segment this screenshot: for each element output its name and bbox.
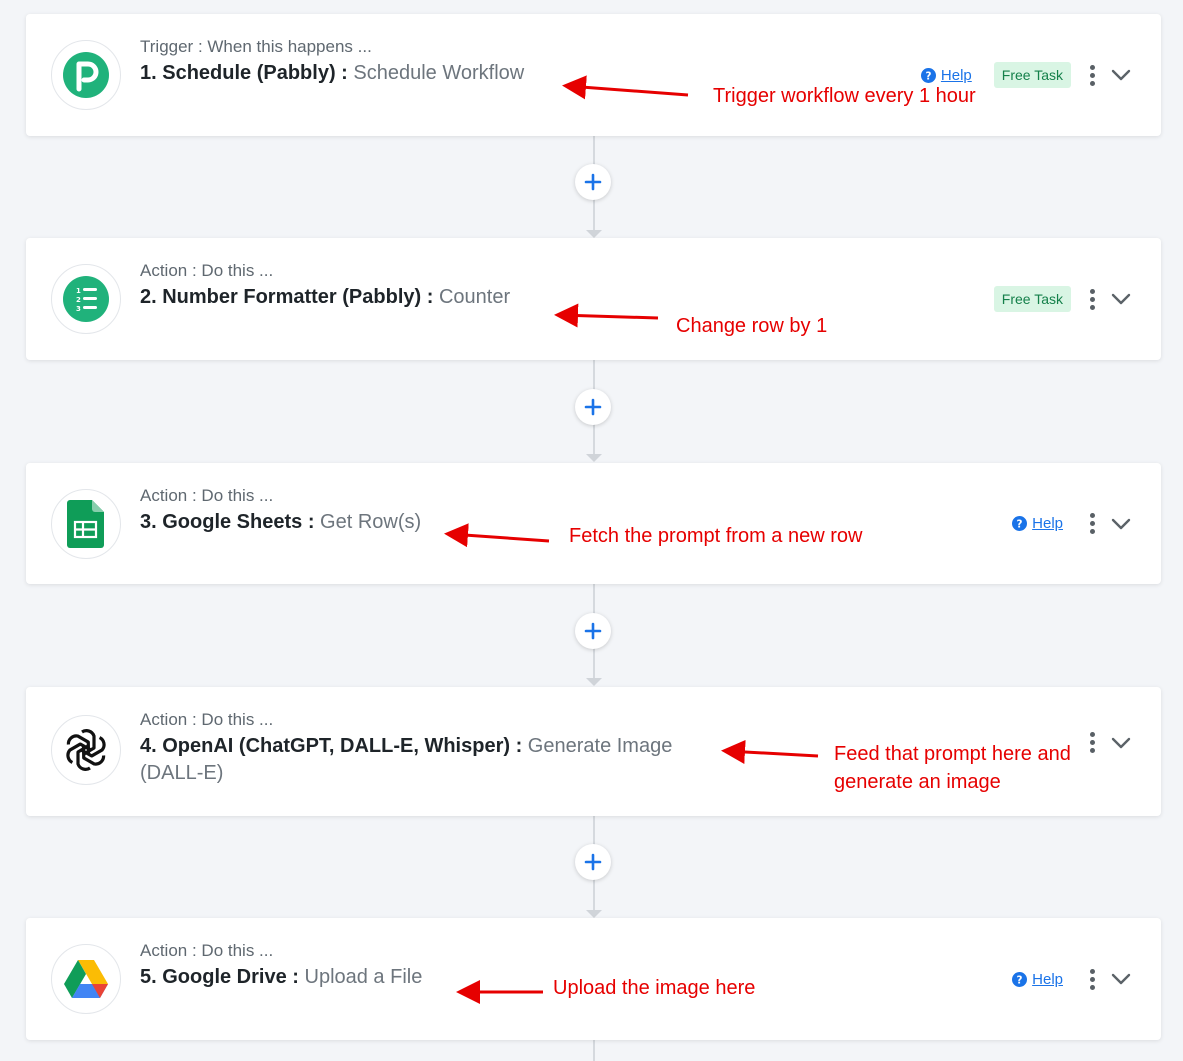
free-task-badge: Free Task (993, 286, 1071, 312)
more-options-icon[interactable] (1085, 512, 1099, 536)
step-type-label: Action : Do this ... (140, 261, 274, 280)
number-formatter-icon: 1 2 3 (63, 276, 109, 322)
more-options-icon[interactable] (1085, 731, 1099, 755)
plus-icon (584, 853, 602, 871)
chevron-down-icon[interactable] (1111, 69, 1131, 81)
plus-icon (584, 173, 602, 191)
add-step-button[interactable] (575, 389, 611, 425)
chevron-down-icon[interactable] (1111, 973, 1131, 985)
step-type-label: Action : Do this ... (140, 710, 274, 729)
step-app-title: 2. Number Formatter (Pabbly) : (140, 286, 434, 308)
step-logo (51, 944, 121, 1014)
more-options-icon[interactable] (1085, 287, 1099, 311)
svg-text:1: 1 (76, 287, 81, 295)
step-app-title: 4. OpenAI (ChatGPT, DALL-E, Whisper) : (140, 735, 523, 757)
step-title-line: 4. OpenAI (ChatGPT, DALL-E, Whisper) : G… (140, 733, 721, 787)
chevron-down-icon[interactable] (1111, 293, 1131, 305)
plus-icon (584, 622, 602, 640)
add-step-button[interactable] (575, 164, 611, 200)
svg-text:3: 3 (76, 305, 81, 313)
help-link[interactable]: ? Help (1012, 971, 1063, 988)
step-event-name: Upload a File (304, 966, 423, 988)
step-title-line: 1. Schedule (Pabbly) : Schedule Workflow (140, 60, 731, 87)
step-event-name: Counter (438, 286, 511, 308)
more-options-icon[interactable] (1085, 967, 1099, 991)
connector-arrowhead (586, 230, 602, 238)
step-logo: 1 2 3 (51, 264, 121, 334)
question-circle-icon: ? (920, 67, 936, 83)
step-event-name: Get Row(s) (320, 511, 422, 533)
svg-text:?: ? (925, 70, 931, 82)
google-sheets-icon (67, 499, 104, 548)
step-logo (51, 714, 121, 785)
add-step-button[interactable] (575, 844, 611, 880)
connector-line (593, 1040, 595, 1061)
question-circle-icon: ? (1012, 516, 1028, 531)
step-card-number-formatter[interactable]: 1 2 3 Action : Do this ... 2. Number For… (26, 238, 1161, 360)
more-options-icon[interactable] (1085, 63, 1099, 87)
connector-arrowhead (586, 454, 602, 462)
step-logo (51, 488, 121, 559)
help-link[interactable]: ? Help (1012, 515, 1063, 532)
add-step-button[interactable] (575, 613, 611, 649)
free-task-badge: Free Task (993, 62, 1071, 88)
help-label: Help (940, 66, 972, 84)
step-app-title: 5. Google Drive : (140, 966, 299, 988)
pabbly-logo-icon (63, 52, 109, 98)
step-app-title: 3. Google Sheets : (140, 511, 315, 533)
chevron-down-icon[interactable] (1111, 737, 1131, 749)
google-drive-icon (64, 960, 108, 998)
step-type-label: Trigger : When this happens ... (140, 37, 372, 56)
annotation-text: Feed that prompt here and (834, 743, 1071, 765)
annotation-text: Fetch the prompt from a new row (569, 525, 863, 547)
plus-icon (584, 398, 602, 416)
help-link[interactable]: ? Help (920, 66, 972, 84)
annotation-text: generate an image (834, 771, 1001, 793)
step-title-line: 2. Number Formatter (Pabbly) : Counter (140, 284, 731, 311)
connector-arrowhead (586, 678, 602, 686)
step-event-name: Schedule Workflow (353, 62, 525, 84)
help-label: Help (1032, 970, 1063, 988)
annotation-text: Change row by 1 (676, 315, 828, 337)
openai-icon (66, 728, 106, 771)
chevron-down-icon[interactable] (1111, 518, 1131, 530)
step-logo (51, 40, 121, 110)
help-label: Help (1032, 515, 1063, 532)
step-type-label: Action : Do this ... (140, 486, 274, 505)
step-app-title: 1. Schedule (Pabbly) : (140, 62, 348, 84)
step-card-schedule[interactable]: Trigger : When this happens ... 1. Sched… (26, 14, 1161, 136)
annotation-text: Upload the image here (553, 977, 756, 999)
connector-arrowhead (586, 910, 602, 918)
step-type-label: Action : Do this ... (140, 941, 274, 960)
svg-text:2: 2 (76, 296, 81, 304)
svg-text:?: ? (1017, 974, 1023, 986)
question-circle-icon: ? (1012, 971, 1028, 987)
svg-text:?: ? (1017, 518, 1023, 530)
annotation-text: Trigger workflow every 1 hour (713, 85, 976, 107)
